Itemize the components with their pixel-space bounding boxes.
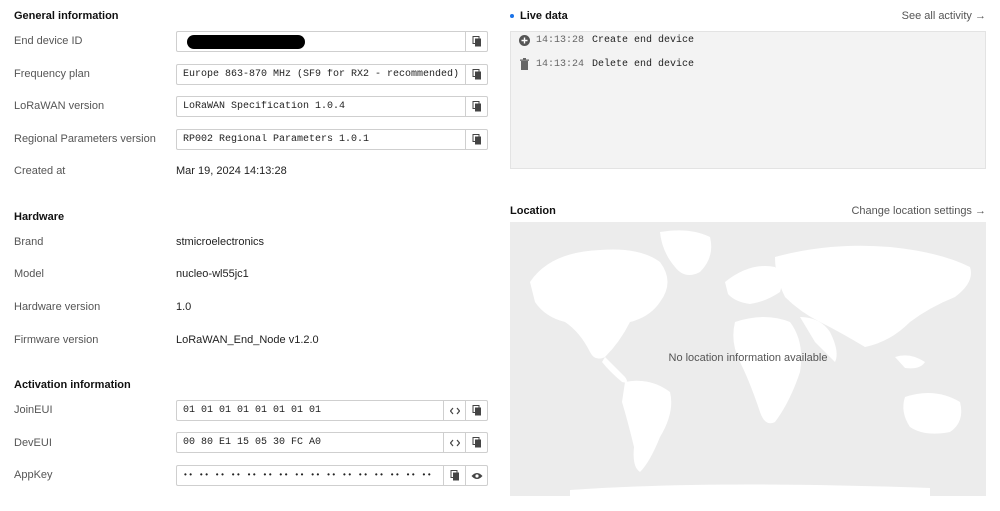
joineui-field[interactable]: 01 01 01 01 01 01 01 01 bbox=[176, 400, 488, 421]
live-dot-icon bbox=[510, 14, 514, 18]
deveui-field[interactable]: 00 80 E1 15 05 30 FC A0 bbox=[176, 432, 488, 453]
regional-params-field[interactable]: RP002 Regional Parameters 1.0.1 bbox=[176, 129, 488, 150]
live-data-header: Live data bbox=[510, 10, 568, 22]
change-location-settings-link[interactable]: Change location settings → bbox=[851, 205, 986, 217]
hardware-title: Hardware bbox=[14, 211, 65, 223]
copy-icon[interactable] bbox=[465, 65, 487, 84]
general-info-title: General information bbox=[14, 10, 119, 22]
end-device-id-label: End device ID bbox=[14, 35, 83, 47]
copy-icon[interactable] bbox=[465, 401, 487, 420]
code-toggle-icon[interactable] bbox=[443, 433, 465, 452]
copy-icon[interactable] bbox=[465, 97, 487, 116]
copy-icon[interactable] bbox=[465, 130, 487, 149]
end-device-id-value bbox=[177, 34, 465, 49]
created-at-label: Created at bbox=[14, 165, 66, 177]
live-event-row[interactable]: 14:13:24 Delete end device bbox=[519, 58, 694, 70]
live-event-name: Create end device bbox=[592, 35, 695, 46]
appkey-value: •• •• •• •• •• •• •• •• •• •• •• •• •• •… bbox=[183, 471, 433, 480]
regional-params-value: RP002 Regional Parameters 1.0.1 bbox=[183, 134, 370, 145]
frequency-plan-label: Frequency plan bbox=[14, 68, 90, 80]
joineui-value: 01 01 01 01 01 01 01 01 bbox=[183, 405, 322, 416]
activation-info-title: Activation information bbox=[14, 379, 131, 391]
redaction-mark bbox=[187, 34, 305, 49]
live-event-row[interactable]: 14:13:28 Create end device bbox=[519, 35, 694, 46]
firmware-version-label: Firmware version bbox=[14, 334, 99, 346]
live-event-time: 14:13:24 bbox=[536, 58, 585, 70]
frequency-plan-field[interactable]: Europe 863-870 MHz (SF9 for RX2 - recomm… bbox=[176, 64, 488, 85]
model-label: Model bbox=[14, 268, 44, 280]
eye-icon[interactable] bbox=[465, 466, 487, 485]
end-device-id-field[interactable] bbox=[176, 31, 488, 52]
plus-circle-icon bbox=[519, 35, 530, 46]
deveui-label: DevEUI bbox=[14, 437, 52, 449]
lorawan-version-value: LoRaWAN Specification 1.0.4 bbox=[183, 101, 346, 112]
appkey-field[interactable]: •• •• •• •• •• •• •• •• •• •• •• •• •• •… bbox=[176, 465, 488, 486]
appkey-label: AppKey bbox=[14, 469, 53, 481]
code-toggle-icon[interactable] bbox=[443, 401, 465, 420]
live-event-name: Delete end device bbox=[592, 58, 695, 70]
live-data-panel: 14:13:28 Create end device 14:13:24 Dele… bbox=[510, 31, 986, 169]
live-data-title: Live data bbox=[520, 10, 568, 22]
hardware-version-value: 1.0 bbox=[176, 301, 192, 313]
frequency-plan-value: Europe 863-870 MHz (SF9 for RX2 - recomm… bbox=[183, 69, 460, 80]
hardware-version-label: Hardware version bbox=[14, 301, 101, 313]
brand-label: Brand bbox=[14, 236, 44, 248]
location-map[interactable]: No location information available bbox=[510, 222, 986, 496]
see-all-activity-link[interactable]: See all activity → bbox=[902, 10, 986, 22]
lorawan-version-field[interactable]: LoRaWAN Specification 1.0.4 bbox=[176, 96, 488, 117]
trash-icon bbox=[520, 58, 529, 70]
copy-icon[interactable] bbox=[465, 32, 487, 51]
location-title: Location bbox=[510, 205, 556, 217]
copy-icon[interactable] bbox=[465, 433, 487, 452]
brand-value: stmicroelectronics bbox=[176, 236, 265, 248]
regional-params-label: Regional Parameters version bbox=[14, 133, 156, 145]
firmware-version-value: LoRaWAN_End_Node v1.2.0 bbox=[176, 334, 319, 346]
lorawan-version-label: LoRaWAN version bbox=[14, 100, 105, 112]
no-location-message: No location information available bbox=[668, 352, 828, 364]
created-at-value: Mar 19, 2024 14:13:28 bbox=[176, 165, 287, 177]
model-value: nucleo-wl55jc1 bbox=[176, 268, 249, 280]
deveui-value: 00 80 E1 15 05 30 FC A0 bbox=[183, 437, 322, 448]
copy-icon[interactable] bbox=[443, 466, 465, 485]
joineui-label: JoinEUI bbox=[14, 404, 53, 416]
live-event-time: 14:13:28 bbox=[536, 35, 585, 46]
